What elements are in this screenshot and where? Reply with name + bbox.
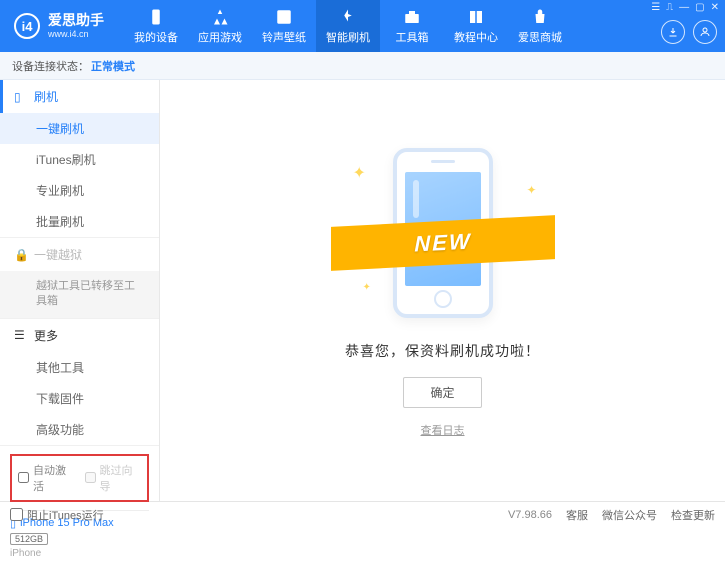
status-label: 设备连接状态： [12,58,89,74]
app-title: 爱思助手 [48,12,104,29]
sidebar-header-label: 刷机 [34,88,58,105]
nav-label: 我的设备 [134,29,178,45]
nav-label: 智能刷机 [326,29,370,45]
nav-tutorials[interactable]: 教程中心 [444,0,508,52]
nav-apps[interactable]: 应用游戏 [188,0,252,52]
sidebar-header-label: 更多 [34,327,58,344]
nav-label: 爱思商城 [518,29,562,45]
apps-icon [211,8,229,26]
nav-toolbox[interactable]: 工具箱 [380,0,444,52]
sidebar-header-flash[interactable]: ▯ 刷机 [0,80,159,113]
download-button[interactable] [661,20,685,44]
main-nav: 我的设备 应用游戏 铃声壁纸 智能刷机 工具箱 教程中心 爱思商城 [124,0,572,52]
top-right-actions [661,0,717,52]
nav-label: 应用游戏 [198,29,242,45]
nav-flash[interactable]: 智能刷机 [316,0,380,52]
toolbox-icon [403,8,421,26]
sidebar-item-batch[interactable]: 批量刷机 [0,206,159,237]
main-content: ✦ ✦ ✦ NEW 恭喜您，保资料刷机成功啦！ 确定 查看日志 [160,80,725,501]
jailbreak-note: 越狱工具已转移至工具箱 [0,271,159,318]
footer-update[interactable]: 检查更新 [671,507,715,523]
store-icon [531,8,549,26]
sidebar-header-label: 一键越狱 [34,246,82,263]
device-icon [147,8,165,26]
ok-button[interactable]: 确定 [403,377,481,408]
title-bar: i4 爱思助手 www.i4.cn 我的设备 应用游戏 铃声壁纸 智能刷机 工具… [0,0,725,52]
footer-wechat[interactable]: 微信公众号 [602,507,657,523]
book-icon [467,8,485,26]
flash-icon [339,8,357,26]
nav-store[interactable]: 爱思商城 [508,0,572,52]
status-mode: 正常模式 [91,58,135,74]
sparkle-icon: ✦ [353,163,366,183]
sidebar-item-itunes[interactable]: iTunes刷机 [0,144,159,175]
device-type: iPhone [10,548,149,559]
auto-activate-checkbox[interactable]: 自动激活 [18,462,75,494]
nav-label: 铃声壁纸 [262,29,306,45]
user-button[interactable] [693,20,717,44]
highlighted-checkbox-row: 自动激活 跳过向导 [10,454,149,502]
ribbon-text: NEW [414,228,471,257]
device-storage: 512GB [10,533,48,545]
checkbox-label: 跳过向导 [100,462,142,494]
skip-guide-checkbox[interactable]: 跳过向导 [85,462,142,494]
logo-icon: i4 [14,13,40,39]
sidebar: ▯ 刷机 一键刷机 iTunes刷机 专业刷机 批量刷机 🔒 一键越狱 越狱工具… [0,80,160,501]
footer-support[interactable]: 客服 [566,507,588,523]
lock-icon: 🔒 [14,248,28,262]
wallpaper-icon [275,8,293,26]
success-message: 恭喜您，保资料刷机成功啦！ [345,341,540,361]
nav-ringtones[interactable]: 铃声壁纸 [252,0,316,52]
sidebar-header-more[interactable]: ☰ 更多 [0,319,159,352]
status-bar: 设备连接状态： 正常模式 [0,52,725,80]
app-logo: i4 爱思助手 www.i4.cn [0,12,118,40]
list-icon: ☰ [14,328,28,342]
sidebar-item-firmware[interactable]: 下载固件 [0,383,159,414]
sparkle-icon: ✦ [363,282,371,293]
version-label: V7.98.66 [508,509,552,521]
checkbox-label: 自动激活 [33,462,75,494]
phone-icon: ▯ [14,90,28,104]
view-log-link[interactable]: 查看日志 [421,422,465,438]
checkbox-label: 阻止iTunes运行 [27,507,104,523]
sidebar-item-pro[interactable]: 专业刷机 [0,175,159,206]
nav-my-device[interactable]: 我的设备 [124,0,188,52]
sidebar-item-advanced[interactable]: 高级功能 [0,414,159,445]
success-illustration: ✦ ✦ ✦ NEW [343,143,543,323]
sidebar-item-other[interactable]: 其他工具 [0,352,159,383]
block-itunes-checkbox[interactable]: 阻止iTunes运行 [10,507,104,523]
sidebar-header-jailbreak: 🔒 一键越狱 [0,238,159,271]
new-ribbon: NEW [331,215,555,271]
nav-label: 工具箱 [396,29,429,45]
sidebar-item-oneclick[interactable]: 一键刷机 [0,113,159,144]
sparkle-icon: ✦ [526,183,536,197]
nav-label: 教程中心 [454,29,498,45]
app-subtitle: www.i4.cn [48,29,104,40]
menu-icon[interactable]: ☰ [651,2,660,13]
